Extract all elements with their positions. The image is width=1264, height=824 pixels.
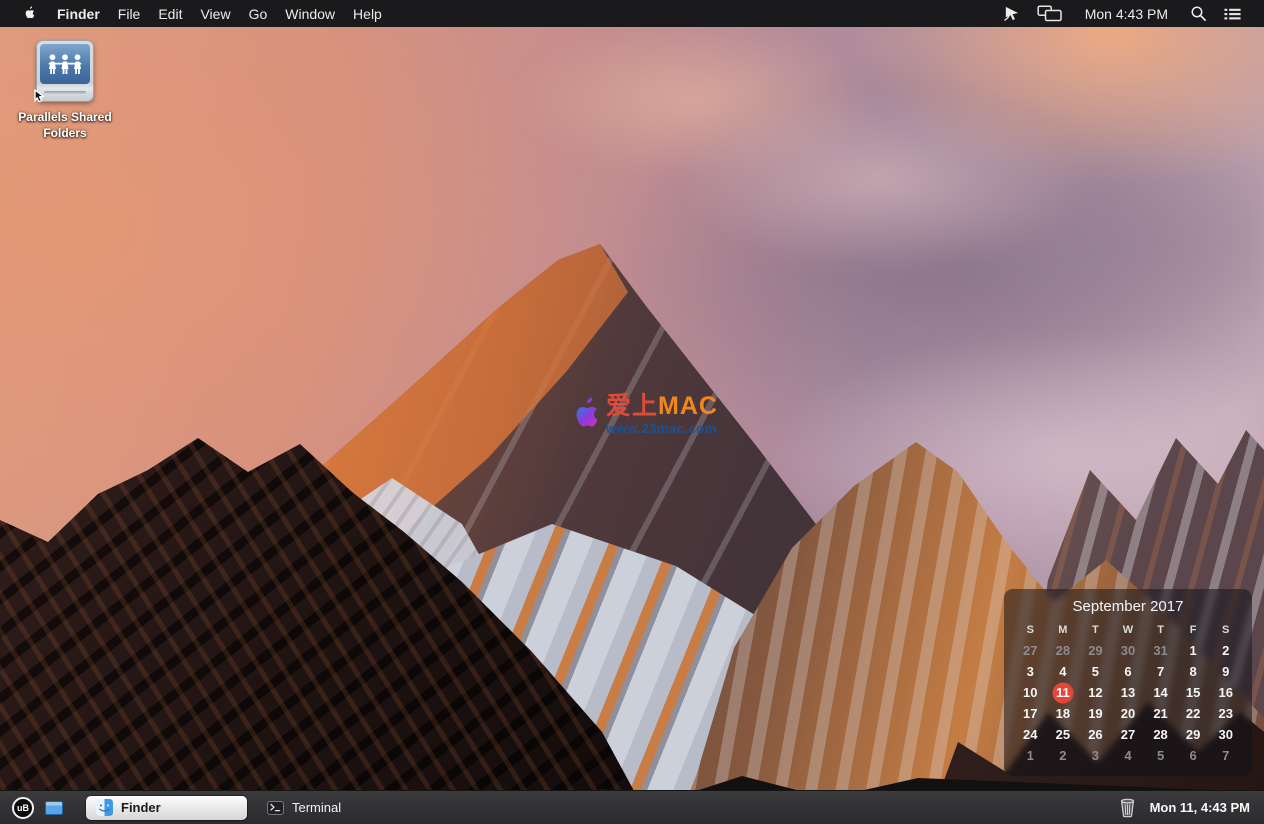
calendar-day[interactable]: 7 [1209, 745, 1242, 766]
menu-items: File Edit View Go Window Help [118, 6, 382, 22]
calendar-day[interactable]: 9 [1209, 661, 1242, 682]
calendar-day[interactable]: 28 [1144, 724, 1177, 745]
calendar-day[interactable]: 30 [1209, 724, 1242, 745]
calendar-day[interactable]: 24 [1014, 724, 1047, 745]
watermark-title: 爱上MAC [606, 394, 718, 419]
calendar-day[interactable]: 22 [1177, 703, 1210, 724]
taskbar-clock[interactable]: Mon 11, 4:43 PM [1150, 800, 1250, 815]
calendar-day-header: F [1177, 622, 1210, 640]
calendar-day[interactable]: 6 [1112, 661, 1145, 682]
calendar-day-headers: SMTWTFS [1014, 622, 1242, 640]
ubar-menu-button[interactable]: uB [12, 797, 34, 819]
displays-icon[interactable] [1037, 5, 1063, 22]
show-desktop-button[interactable] [45, 801, 63, 815]
trash-icon [1120, 798, 1135, 818]
calendar-day[interactable]: 23 [1209, 703, 1242, 724]
taskbar: uB Finder Terminal [0, 790, 1264, 824]
parallels-tools-icon[interactable] [1002, 5, 1021, 22]
menu-item-window[interactable]: Window [285, 6, 335, 22]
apple-logo-icon [20, 5, 35, 22]
drive-slot [44, 91, 86, 94]
calendar-day[interactable]: 10 [1014, 682, 1047, 703]
calendar-day[interactable]: 5 [1079, 661, 1112, 682]
desktop-icon-label: Parallels Shared Folders [15, 110, 115, 141]
screen: Finder File Edit View Go Window Help Mon 4:43… [0, 0, 1264, 824]
taskbar-item-finder[interactable]: Finder [86, 796, 247, 820]
calendar-day-header: M [1047, 622, 1080, 640]
menu-item-finder[interactable]: Finder [57, 6, 100, 22]
calendar-day[interactable]: 29 [1079, 640, 1112, 661]
menu-item-help[interactable]: Help [353, 6, 382, 22]
calendar-day[interactable]: 25 [1047, 724, 1080, 745]
watermark-site: www.23mac.com [606, 422, 718, 435]
taskbar-item-terminal[interactable]: Terminal [257, 796, 351, 820]
calendar-grid: 2728293031123456789101112131415161718192… [1014, 640, 1242, 766]
calendar-day[interactable]: 1 [1014, 745, 1047, 766]
calendar-day-header: S [1209, 622, 1242, 640]
calendar-day[interactable]: 27 [1014, 640, 1047, 661]
taskbar-item-label: Finder [121, 800, 161, 815]
calendar-day[interactable]: 27 [1112, 724, 1145, 745]
calendar-day[interactable]: 29 [1177, 724, 1210, 745]
calendar-day[interactable]: 20 [1112, 703, 1145, 724]
trash-button[interactable] [1120, 798, 1135, 818]
menu-item-file[interactable]: File [118, 6, 141, 22]
menu-bar: Finder File Edit View Go Window Help Mon 4:43… [0, 0, 1264, 27]
calendar-day[interactable]: 15 [1177, 682, 1210, 703]
drive-blue-label [40, 44, 90, 84]
calendar-day[interactable]: 1 [1177, 640, 1210, 661]
calendar-day[interactable]: 14 [1144, 682, 1177, 703]
calendar-day[interactable]: 7 [1144, 661, 1177, 682]
calendar-day[interactable]: 28 [1047, 640, 1080, 661]
finder-icon [96, 799, 113, 816]
menu-item-view[interactable]: View [200, 6, 230, 22]
calendar-day[interactable]: 13 [1112, 682, 1145, 703]
calendar-day-header: S [1014, 622, 1047, 640]
calendar-day-header: T [1144, 622, 1177, 640]
taskbar-item-label: Terminal [292, 800, 341, 815]
calendar-day[interactable]: 5 [1144, 745, 1177, 766]
desktop-icon-parallels-shared-folders[interactable]: Parallels Shared Folders [15, 40, 115, 141]
calendar-selected-day[interactable]: 11 [1047, 682, 1080, 703]
apple-menu-button[interactable] [20, 5, 35, 22]
calendar-day[interactable]: 17 [1014, 703, 1047, 724]
shared-drive-icon [36, 40, 94, 102]
calendar-day[interactable]: 4 [1047, 661, 1080, 682]
calendar-day-header: W [1112, 622, 1145, 640]
watermark-title-cn: 爱上 [606, 392, 658, 420]
calendar-day[interactable]: 2 [1209, 640, 1242, 661]
search-icon[interactable] [1190, 5, 1207, 22]
watermark: 爱上MAC www.23mac.com [562, 394, 718, 436]
terminal-icon [267, 801, 284, 815]
calendar-day-header: T [1079, 622, 1112, 640]
calendar-day[interactable]: 26 [1079, 724, 1112, 745]
menu-bar-clock[interactable]: Mon 4:43 PM [1085, 6, 1168, 22]
calendar-title: September 2017 [1014, 598, 1242, 615]
people-icon [45, 52, 85, 76]
calendar-day[interactable]: 4 [1112, 745, 1145, 766]
calendar-day[interactable]: 30 [1112, 640, 1145, 661]
calendar-day[interactable]: 19 [1079, 703, 1112, 724]
calendar-day[interactable]: 3 [1079, 745, 1112, 766]
calendar-day[interactable]: 12 [1079, 682, 1112, 703]
calendar-day[interactable]: 2 [1047, 745, 1080, 766]
calendar-day[interactable]: 6 [1177, 745, 1210, 766]
calendar-day[interactable]: 18 [1047, 703, 1080, 724]
calendar-widget[interactable]: September 2017 SMTWTFS 27282930311234567… [1004, 589, 1252, 776]
calendar-day[interactable]: 3 [1014, 661, 1047, 682]
menu-item-go[interactable]: Go [249, 6, 268, 22]
calendar-day[interactable]: 31 [1144, 640, 1177, 661]
calendar-day[interactable]: 21 [1144, 703, 1177, 724]
calendar-day[interactable]: 16 [1209, 682, 1242, 703]
menu-item-edit[interactable]: Edit [158, 6, 182, 22]
watermark-title-en: MAC [658, 392, 718, 420]
watermark-apple-icon [562, 394, 600, 436]
alias-arrow-icon [32, 86, 47, 107]
calendar-day[interactable]: 8 [1177, 661, 1210, 682]
notification-center-icon[interactable] [1223, 7, 1242, 21]
